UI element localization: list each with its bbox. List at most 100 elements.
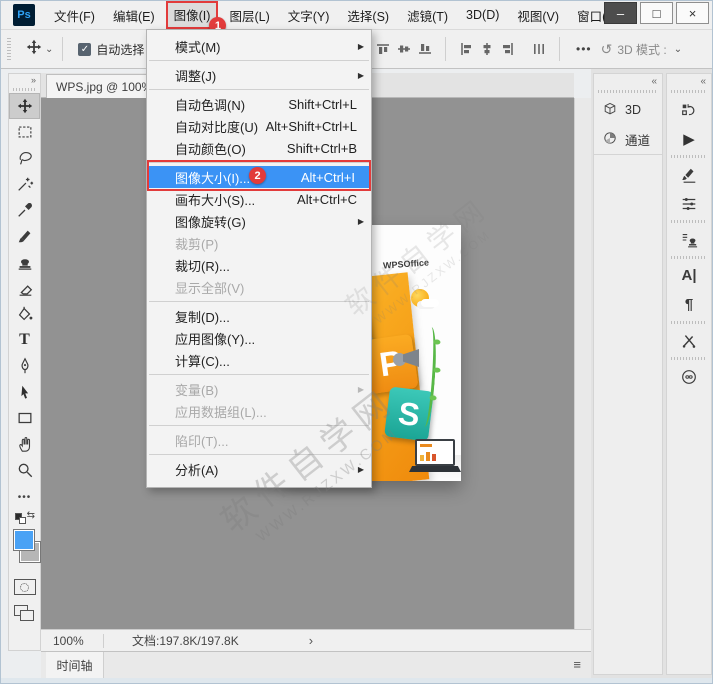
- document-size-info: 文档:197.8K/197.8K: [132, 632, 239, 649]
- paragraph-panel-icon[interactable]: ¶: [667, 290, 711, 319]
- edit-toolbar-icon[interactable]: •••: [9, 489, 40, 505]
- tools-panel: » T ••• ⇆: [8, 73, 41, 651]
- icon-panel-collapse-icon[interactable]: «: [667, 74, 711, 88]
- window-bottom-edge: [1, 678, 712, 684]
- menu-item-adjustments[interactable]: 调整(J)▶: [147, 64, 371, 86]
- maximize-button[interactable]: □: [640, 2, 673, 24]
- actions-panel-icon[interactable]: ▶: [667, 124, 711, 153]
- brush-settings-panel-icon[interactable]: [667, 189, 711, 218]
- align-horizontal-centers-icon[interactable]: [479, 41, 495, 57]
- more-options-icon[interactable]: •••: [576, 42, 592, 56]
- quick-mask-icon: [20, 583, 29, 592]
- creative-cloud-panel-icon[interactable]: [667, 362, 711, 391]
- panel-grip[interactable]: [671, 321, 707, 324]
- screen-mode-button[interactable]: [14, 605, 36, 623]
- tool-presets-panel-icon[interactable]: [667, 326, 711, 355]
- default-colors-control[interactable]: ⇆: [13, 509, 36, 525]
- type-tool[interactable]: T: [9, 327, 40, 353]
- menu-item-apply-image[interactable]: 应用图像(Y)...: [147, 327, 371, 349]
- zoom-tool[interactable]: [9, 457, 40, 483]
- panel-grip[interactable]: [671, 90, 707, 93]
- rectangle-shape-tool[interactable]: [9, 405, 40, 431]
- align-bottom-edges-icon[interactable]: [417, 41, 433, 57]
- move-tool[interactable]: [9, 93, 40, 119]
- menubar-image[interactable]: 图像(I): [172, 9, 213, 23]
- vertical-scrollbar[interactable]: [574, 98, 591, 629]
- align-left-edges-icon[interactable]: [458, 41, 474, 57]
- rectangular-marquee-tool[interactable]: [9, 119, 40, 145]
- magic-wand-tool[interactable]: [9, 171, 40, 197]
- menubar-3d[interactable]: 3D(D): [460, 4, 505, 26]
- panel-grip[interactable]: [671, 256, 707, 259]
- panel-grip[interactable]: [671, 357, 707, 360]
- menu-item-duplicate[interactable]: 复制(D)...: [147, 305, 371, 327]
- 3d-rotate-icon: ↺: [601, 41, 613, 58]
- menu-item-analysis[interactable]: 分析(A)▶: [147, 458, 371, 480]
- toolbar-grip[interactable]: [13, 88, 36, 91]
- clone-stamp-tool[interactable]: [9, 249, 40, 275]
- timeline-menu-icon[interactable]: ≡: [573, 657, 581, 672]
- eyedropper-tool[interactable]: [9, 197, 40, 223]
- status-options-chevron-icon[interactable]: ›: [309, 633, 313, 648]
- menubar-filter[interactable]: 滤镜(T): [401, 2, 454, 29]
- quick-mask-button[interactable]: [14, 579, 36, 595]
- clone-source-panel-icon[interactable]: [667, 225, 711, 254]
- panel-collapse-icon[interactable]: «: [594, 74, 662, 88]
- divider: [445, 37, 446, 61]
- timeline-tab[interactable]: 时间轴: [46, 652, 104, 678]
- panel-tab-channels[interactable]: 通道: [594, 125, 662, 155]
- lasso-tool[interactable]: [9, 145, 40, 171]
- menu-separator: [149, 60, 369, 61]
- gradient-tool[interactable]: [9, 301, 40, 327]
- brush-presets-panel-icon[interactable]: [667, 160, 711, 189]
- align-vertical-centers-icon[interactable]: [396, 41, 412, 57]
- wps-brand-text: WPSOffice: [383, 257, 430, 270]
- eraser-tool[interactable]: [9, 275, 40, 301]
- distribute-centers-icon[interactable]: [531, 41, 547, 57]
- zoom-level-field[interactable]: 100%: [41, 634, 103, 648]
- minimize-button[interactable]: –: [604, 2, 637, 24]
- panel-tab-3d[interactable]: 3D: [594, 95, 662, 125]
- menubar-type[interactable]: 文字(Y): [282, 2, 336, 29]
- divider: [103, 634, 104, 648]
- right-panel-dock: « 3D 通道 « ▶ A| ¶: [591, 69, 713, 678]
- panel-grip[interactable]: [598, 90, 658, 93]
- menu-item-auto-contrast[interactable]: 自动对比度(U)Alt+Shift+Ctrl+L: [147, 115, 371, 137]
- panel-grip[interactable]: [671, 155, 707, 158]
- history-panel-icon[interactable]: [667, 95, 711, 124]
- align-top-edges-icon[interactable]: [375, 41, 391, 57]
- color-swatches: [11, 527, 38, 571]
- toolbar-collapse-icon[interactable]: »: [9, 74, 40, 86]
- menu-item-trim[interactable]: 裁切(R)...: [147, 254, 371, 276]
- green-sprig-graphic: [418, 327, 439, 428]
- tool-preset-caret-icon[interactable]: ⌄: [45, 44, 53, 55]
- menu-separator: [149, 89, 369, 90]
- menu-item-auto-tone[interactable]: 自动色调(N)Shift+Ctrl+L: [147, 93, 371, 115]
- menubar-layer[interactable]: 图层(L): [223, 2, 275, 29]
- menu-item-auto-color[interactable]: 自动颜色(O)Shift+Ctrl+B: [147, 137, 371, 159]
- hand-tool[interactable]: [9, 431, 40, 457]
- menu-item-calculations[interactable]: 计算(C)...: [147, 349, 371, 371]
- menu-item-canvas-size[interactable]: 画布大小(S)...Alt+Ctrl+C: [147, 188, 371, 210]
- auto-select-checkbox[interactable]: ✓: [78, 43, 91, 56]
- options-grip[interactable]: [7, 38, 11, 60]
- path-selection-tool[interactable]: [9, 379, 40, 405]
- brush-tool[interactable]: [9, 223, 40, 249]
- menu-item-mode[interactable]: 模式(M)▶: [147, 35, 371, 57]
- 3d-mode-caret-icon[interactable]: ⌄: [674, 44, 682, 55]
- menu-item-crop: 裁剪(P): [147, 232, 371, 254]
- menubar-select[interactable]: 选择(S): [341, 2, 395, 29]
- swap-colors-icon[interactable]: ⇆: [27, 510, 35, 521]
- menubar-view[interactable]: 视图(V): [511, 2, 565, 29]
- menubar-file[interactable]: 文件(F): [48, 2, 101, 29]
- menu-item-image-rotation[interactable]: 图像旋转(G)▶: [147, 210, 371, 232]
- submenu-arrow-icon: ▶: [358, 71, 364, 80]
- close-button[interactable]: ×: [676, 2, 709, 24]
- menubar-edit[interactable]: 编辑(E): [107, 2, 161, 29]
- panel-grip[interactable]: [671, 220, 707, 223]
- align-right-edges-icon[interactable]: [500, 41, 516, 57]
- character-panel-icon[interactable]: A|: [667, 261, 711, 290]
- pen-tool[interactable]: [9, 353, 40, 379]
- foreground-color-swatch[interactable]: [13, 529, 35, 551]
- panel-tab-3d-label: 3D: [625, 103, 641, 117]
